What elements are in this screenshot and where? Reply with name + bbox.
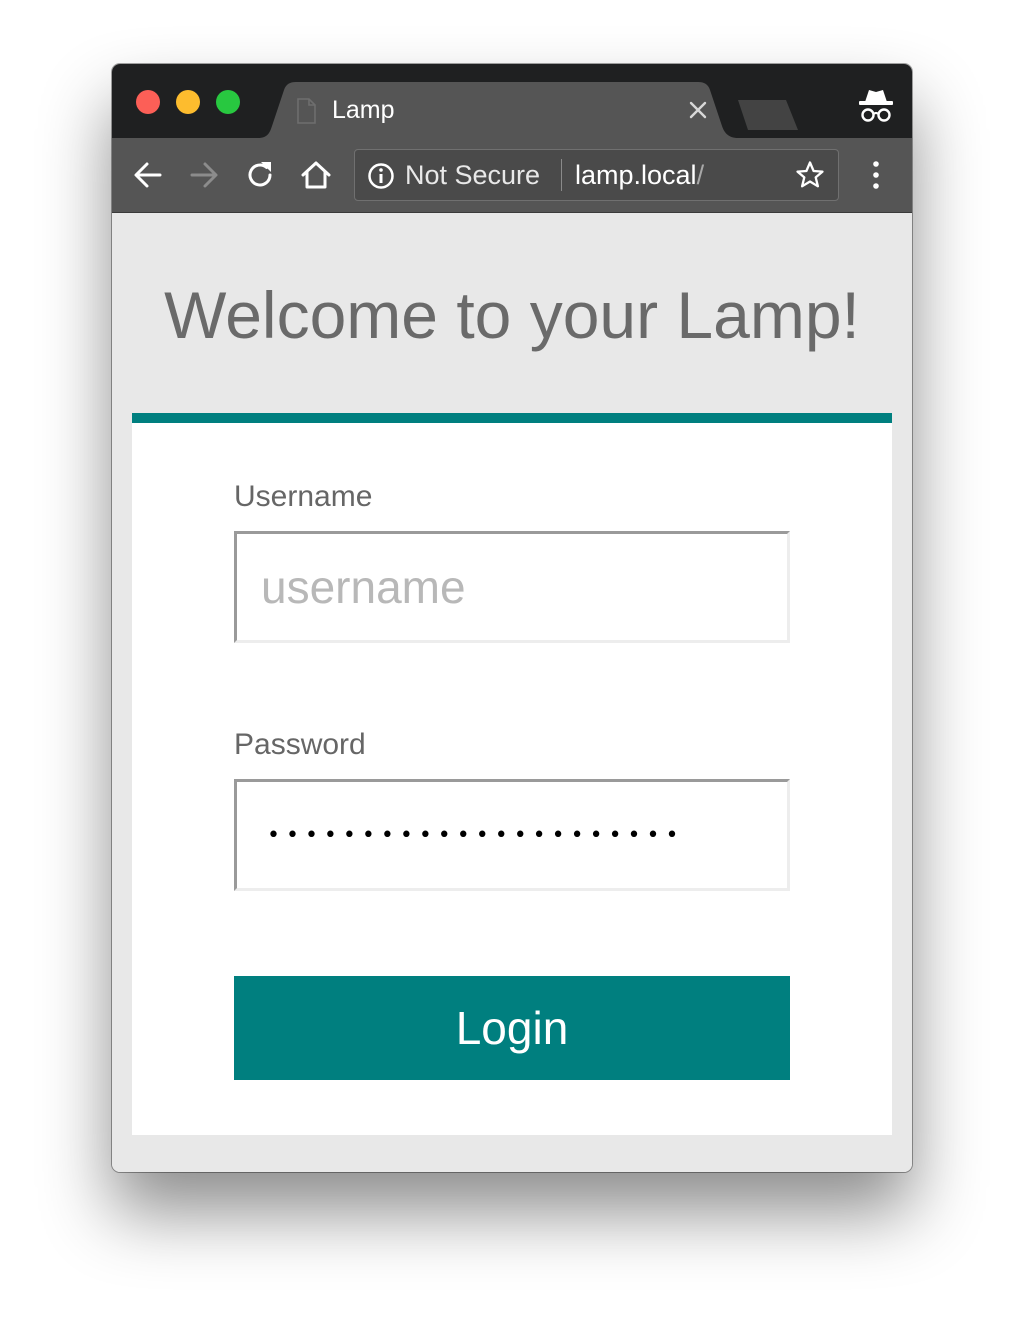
url-path: / bbox=[696, 160, 705, 190]
info-icon[interactable] bbox=[367, 162, 395, 195]
tab-background bbox=[258, 82, 738, 138]
tab-title: Lamp bbox=[332, 96, 395, 124]
omnibox-divider bbox=[561, 159, 562, 191]
reload-icon[interactable] bbox=[243, 158, 277, 192]
minimize-window-button[interactable] bbox=[176, 90, 200, 114]
login-form: Username Password Login bbox=[132, 413, 892, 1135]
tab-strip: Lamp bbox=[112, 64, 912, 138]
security-status[interactable]: Not Secure bbox=[405, 160, 540, 190]
password-input[interactable] bbox=[234, 779, 790, 891]
more-vertical-icon[interactable] bbox=[862, 158, 890, 192]
close-window-button[interactable] bbox=[136, 90, 160, 114]
home-icon[interactable] bbox=[299, 158, 333, 192]
password-label: Password bbox=[234, 728, 366, 761]
username-label: Username bbox=[234, 480, 373, 513]
star-icon[interactable] bbox=[795, 160, 825, 195]
incognito-icon bbox=[856, 86, 896, 131]
address-bar[interactable]: Not Secure lamp.local/ bbox=[354, 149, 839, 201]
browser-toolbar: Not Secure lamp.local/ bbox=[112, 138, 912, 213]
file-icon bbox=[296, 98, 316, 129]
arrow-right-icon[interactable] bbox=[187, 158, 221, 192]
url-text[interactable]: lamp.local/ bbox=[575, 160, 704, 190]
url-host: lamp.local bbox=[575, 160, 697, 190]
login-button[interactable]: Login bbox=[234, 976, 790, 1080]
tab-lamp[interactable]: Lamp bbox=[258, 82, 738, 138]
username-input[interactable] bbox=[234, 531, 790, 643]
maximize-window-button[interactable] bbox=[216, 90, 240, 114]
page-content: Welcome to your Lamp! Username Password … bbox=[112, 213, 912, 1172]
page-title: Welcome to your Lamp! bbox=[164, 278, 860, 352]
browser-window: Lamp Not Secure lamp.local/ Welcome to y… bbox=[112, 64, 912, 1172]
close-tab-icon[interactable] bbox=[684, 96, 712, 124]
new-tab-button[interactable] bbox=[732, 98, 802, 137]
arrow-left-icon[interactable] bbox=[131, 158, 165, 192]
